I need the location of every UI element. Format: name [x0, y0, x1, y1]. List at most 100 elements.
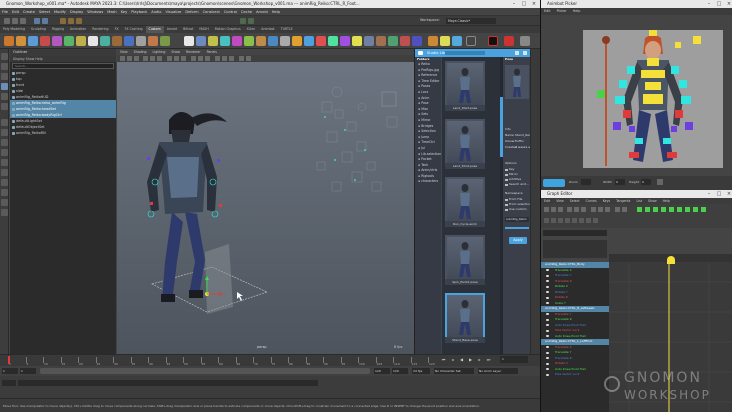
step-forward-icon[interactable]: ▸: [476, 356, 483, 363]
namespace-input[interactable]: animRig_Reiko: [505, 217, 529, 222]
eye-icon[interactable]: [546, 357, 549, 359]
maximize-icon[interactable]: □: [715, 190, 723, 198]
shelf-tool-icon[interactable]: [112, 36, 122, 46]
namespace-option[interactable]: Use custom: [503, 207, 531, 212]
picker-character[interactable]: [583, 30, 723, 168]
range-end-field[interactable]: 120: [374, 368, 390, 374]
shelf-tab[interactable]: Rendering: [89, 26, 111, 33]
menu-item[interactable]: Arnold: [254, 8, 270, 15]
shelf-tab[interactable]: Animation: [67, 26, 89, 33]
new-scene-icon[interactable]: [4, 18, 10, 24]
eye-icon[interactable]: [546, 346, 549, 348]
shelf-tab[interactable]: XGen: [244, 26, 259, 33]
apply-button[interactable]: Apply: [509, 237, 527, 244]
snap-curve-icon[interactable]: [68, 18, 74, 24]
go-end-icon[interactable]: ⏭: [485, 356, 492, 363]
shelf-tool-icon[interactable]: [208, 36, 218, 46]
select-tool-icon[interactable]: [1, 53, 8, 60]
eye-icon[interactable]: [546, 269, 549, 271]
shelf-tool-icon[interactable]: [376, 36, 386, 46]
shelf-tool-icon[interactable]: [256, 36, 266, 46]
shelf-tool-icon[interactable]: [124, 36, 134, 46]
pose-item[interactable]: Land_Start.pose: [445, 61, 485, 111]
snap-point-icon[interactable]: [76, 18, 82, 24]
component-mode-icon[interactable]: [42, 18, 48, 24]
start-frame-field[interactable]: 1: [2, 368, 18, 374]
menu-item[interactable]: Mash: [105, 8, 118, 15]
eye-icon[interactable]: [546, 373, 549, 376]
menu-item[interactable]: Visualize: [163, 8, 183, 15]
shelf-tab[interactable]: Bifrost: [180, 26, 196, 33]
shelf-tab[interactable]: Custom: [145, 26, 164, 33]
shelf-tool-icon[interactable]: [440, 36, 450, 46]
graph-toolbar-icons[interactable]: [541, 204, 732, 228]
shelf-tool-icon[interactable]: [466, 36, 476, 46]
shelf-tab[interactable]: TURTLE: [278, 26, 296, 33]
graph-time-indicator[interactable]: [667, 256, 675, 264]
layout-custom-icon[interactable]: [1, 209, 8, 216]
viewport-persp[interactable]: View Shading Lighting Show Renderer Panels: [117, 49, 414, 354]
shelf-tool-icon[interactable]: [148, 36, 158, 46]
ipr-render-icon[interactable]: [248, 18, 254, 24]
outliner-menu[interactable]: Display Show Help: [10, 56, 116, 62]
studio-settings-icon[interactable]: [515, 51, 519, 55]
checkbox-icon[interactable]: [505, 178, 508, 181]
lasso-tool-icon[interactable]: [1, 63, 8, 70]
picker-menu-item[interactable]: Help: [570, 8, 584, 15]
move-tool-icon[interactable]: [1, 83, 8, 90]
pose-item[interactable]: Stand_Base.pose: [445, 293, 485, 343]
width-field[interactable]: 0: [615, 179, 625, 185]
shelf-tool-icon[interactable]: [304, 36, 314, 46]
shelf-tool-icon[interactable]: [4, 36, 14, 46]
save-scene-icon[interactable]: [20, 18, 26, 24]
shelf-tool-icon[interactable]: [388, 36, 398, 46]
shelf-tool-icon[interactable]: [268, 36, 278, 46]
graph-attribute-row[interactable]: Pole Vector Lock: [541, 372, 609, 378]
menu-item[interactable]: Audio: [149, 8, 163, 15]
mel-input[interactable]: [18, 380, 318, 386]
rotate-tool-icon[interactable]: [1, 93, 8, 100]
play-forward-icon[interactable]: ▶: [467, 356, 474, 363]
snap-grid-icon[interactable]: [60, 18, 66, 24]
fps-select[interactable]: 24 fps: [412, 368, 430, 374]
scale-tool-icon[interactable]: [1, 103, 8, 110]
menu-item[interactable]: Display: [68, 8, 85, 15]
range-slider[interactable]: [40, 368, 370, 374]
close-icon[interactable]: ×: [725, 190, 732, 198]
shelf-tool-icon[interactable]: [220, 36, 230, 46]
layout-custom-icon[interactable]: [1, 199, 8, 206]
character-set-select[interactable]: No Character Set: [434, 368, 474, 374]
shelf-tool-icon[interactable]: [520, 36, 530, 46]
play-back-icon[interactable]: ◀: [458, 356, 465, 363]
shelf-tool-icon[interactable]: [452, 36, 462, 46]
picker-canvas[interactable]: [583, 30, 723, 168]
menu-item[interactable]: Control: [222, 8, 239, 15]
picker-menu-item[interactable]: Edit: [541, 8, 554, 15]
folder-item[interactable]: characters: [415, 179, 441, 185]
studio-menu-icon[interactable]: [418, 51, 423, 55]
checkbox-icon[interactable]: [505, 208, 508, 211]
zoom-field[interactable]: [581, 179, 591, 185]
shelf-tool-icon[interactable]: [316, 36, 326, 46]
shelf-tab[interactable]: Poly Modeling: [0, 26, 28, 33]
eye-icon[interactable]: [546, 329, 549, 332]
shelf-tool-icon[interactable]: [76, 36, 86, 46]
go-start-icon[interactable]: ⏮: [440, 356, 447, 363]
anim-layer-select[interactable]: No Anim Layer: [478, 368, 518, 374]
eye-icon[interactable]: [546, 313, 549, 315]
checkbox-icon[interactable]: [505, 173, 508, 176]
menu-item[interactable]: Modify: [52, 8, 68, 15]
open-scene-icon[interactable]: [12, 18, 18, 24]
range-start-field[interactable]: 1: [20, 368, 36, 374]
eye-icon[interactable]: [546, 291, 549, 293]
layout-single-icon[interactable]: [1, 119, 8, 126]
shelf-tool-icon[interactable]: [280, 36, 290, 46]
shelf-tab[interactable]: FX Caching: [122, 26, 146, 33]
shelf-tool-icon[interactable]: [412, 36, 422, 46]
maximize-icon[interactable]: □: [520, 0, 528, 8]
close-icon[interactable]: ×: [725, 0, 732, 8]
shelf-tool-icon[interactable]: [428, 36, 438, 46]
shelf-tab[interactable]: Sculpting: [28, 26, 49, 33]
layout-two-icon[interactable]: [1, 139, 8, 146]
shelf-tool-icon[interactable]: [40, 36, 50, 46]
